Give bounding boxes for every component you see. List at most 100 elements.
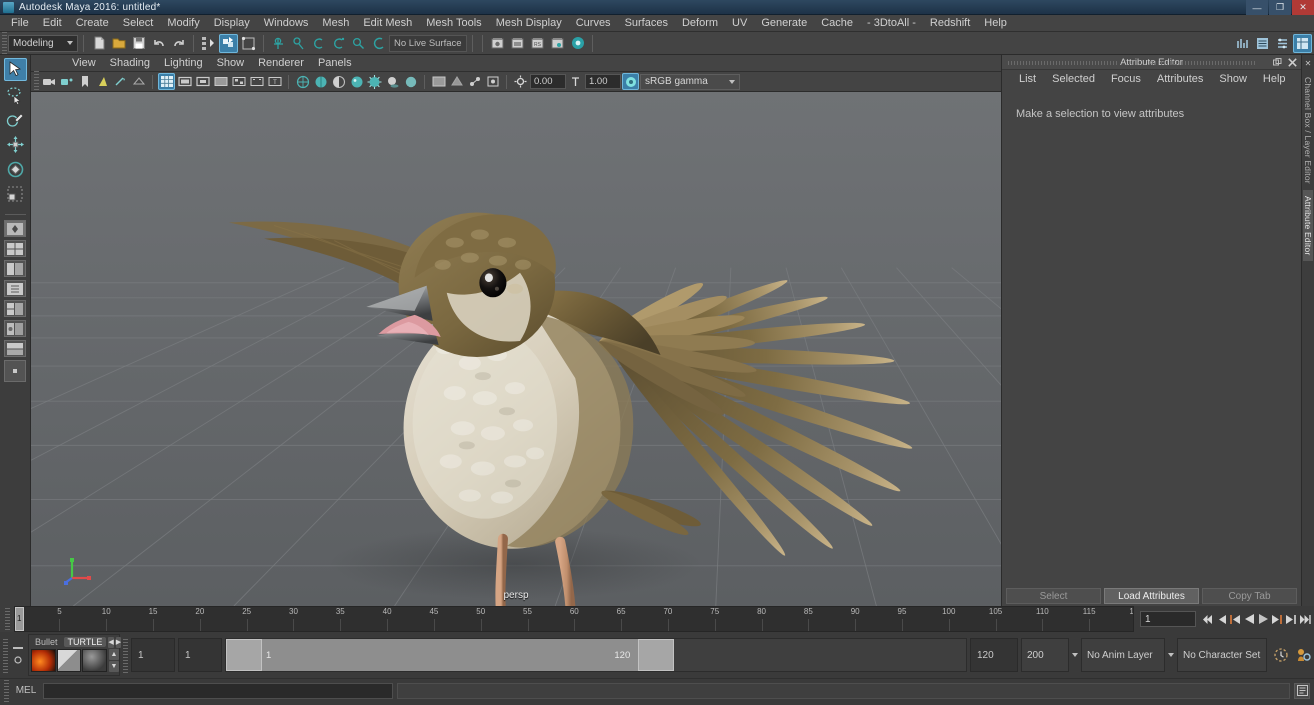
range-end-handle[interactable] (638, 639, 675, 671)
menu-modify[interactable]: Modify (160, 15, 206, 32)
menu-set-dropdown[interactable]: Modeling (8, 34, 78, 52)
load-attributes-button[interactable]: Load Attributes (1104, 588, 1199, 604)
current-frame-field[interactable]: 1 (1140, 611, 1196, 627)
step-forward-key-icon[interactable] (1284, 610, 1298, 628)
menu-create[interactable]: Create (69, 15, 116, 32)
shelf-tab-turtle[interactable]: TURTLE (63, 637, 107, 647)
time-slider-grip[interactable] (0, 606, 14, 632)
attribute-editor-menu-show[interactable]: Show (1212, 71, 1254, 88)
undo-icon[interactable] (149, 34, 168, 53)
chevron-down-icon[interactable] (1168, 653, 1174, 657)
maximize-button[interactable]: ❐ (1269, 0, 1291, 15)
menu-edit-mesh[interactable]: Edit Mesh (356, 15, 419, 32)
menu-mesh-display[interactable]: Mesh Display (489, 15, 569, 32)
copy-tab-button[interactable]: Copy Tab (1202, 588, 1297, 604)
play-forwards-icon[interactable] (1256, 610, 1270, 628)
new-scene-icon[interactable] (89, 34, 108, 53)
minimize-button[interactable]: — (1246, 0, 1268, 15)
current-time-indicator[interactable]: 1 (15, 607, 24, 631)
turtle-sphere-icon[interactable] (82, 649, 108, 672)
anim-start-field[interactable]: 1 (131, 638, 175, 672)
turtle-bake-icon[interactable] (56, 649, 82, 672)
two-pane-side-layout[interactable] (4, 260, 26, 277)
four-view-layout[interactable] (4, 240, 26, 257)
ambient-occlusion-icon[interactable] (402, 73, 419, 90)
texture-toggle-icon[interactable] (348, 73, 365, 90)
snap-to-projected-center-icon[interactable] (329, 34, 348, 53)
move-tool[interactable] (4, 133, 27, 156)
tool-settings-toggle-icon[interactable] (1273, 34, 1292, 53)
turtle-render-icon[interactable] (31, 649, 56, 672)
side-tab-attribute-editor[interactable]: Attribute Editor (1303, 189, 1313, 262)
field-chart-icon[interactable] (230, 73, 247, 90)
panel-grip-left[interactable] (1008, 61, 1118, 65)
persp-outliner-layout[interactable] (4, 280, 26, 297)
resolution-gate-icon[interactable] (194, 73, 211, 90)
shelf-menu-icon[interactable] (13, 646, 23, 650)
lighting-toggle-icon[interactable] (366, 73, 383, 90)
total-end-field[interactable]: 200 (1021, 638, 1069, 672)
color-management-icon[interactable] (622, 73, 639, 90)
menu-mesh[interactable]: Mesh (315, 15, 356, 32)
menu-select[interactable]: Select (116, 15, 161, 32)
xray-icon[interactable] (448, 73, 465, 90)
step-forward-frame-icon[interactable] (1270, 610, 1284, 628)
safe-action-icon[interactable] (248, 73, 265, 90)
render-settings-icon[interactable]: RS (528, 34, 547, 53)
menu-deform[interactable]: Deform (675, 15, 725, 32)
menu-file[interactable]: File (4, 15, 36, 32)
select-button[interactable]: Select (1006, 588, 1101, 604)
viewport-menu-shading[interactable]: Shading (103, 55, 157, 72)
range-slider-grip[interactable] (3, 637, 8, 673)
menu-uv[interactable]: UV (725, 15, 754, 32)
menu-curves[interactable]: Curves (569, 15, 618, 32)
range-slider-bar[interactable]: 1 120 (225, 638, 967, 672)
outliner-persp-graph-layout[interactable] (4, 340, 26, 357)
make-live-icon[interactable] (369, 34, 388, 53)
gamma-field[interactable]: 1.00 (585, 74, 621, 89)
attribute-editor-toggle-icon[interactable] (1253, 34, 1272, 53)
panel-grip-right[interactable] (1149, 61, 1257, 65)
rotate-tool[interactable] (4, 158, 27, 181)
attribute-editor-menu-selected[interactable]: Selected (1045, 71, 1102, 88)
open-scene-icon[interactable] (109, 34, 128, 53)
menu-windows[interactable]: Windows (257, 15, 316, 32)
attribute-editor-menu-focus[interactable]: Focus (1104, 71, 1148, 88)
chevron-down-icon[interactable] (1072, 653, 1078, 657)
menu-display[interactable]: Display (207, 15, 257, 32)
viewport-menu-renderer[interactable]: Renderer (251, 55, 311, 72)
hypershade-icon[interactable] (548, 34, 567, 53)
character-set-dropdown[interactable]: No Character Set (1177, 638, 1267, 672)
snap-to-grid-icon[interactable] (269, 34, 288, 53)
exposure-icon[interactable] (512, 73, 529, 90)
color-profile-dropdown[interactable]: sRGB gamma (640, 73, 740, 90)
camera-icon[interactable] (40, 73, 57, 90)
snap-to-point-icon[interactable] (309, 34, 328, 53)
isolate-select-icon[interactable] (430, 73, 447, 90)
anim-layer-dropdown[interactable]: No Anim Layer (1081, 638, 1165, 672)
render-current-frame-icon[interactable] (488, 34, 507, 53)
shade-selected-icon[interactable] (330, 73, 347, 90)
shelf-prev-icon[interactable]: ◀ (108, 636, 114, 648)
single-perspective-layout[interactable] (4, 220, 26, 237)
range-start-handle[interactable] (226, 639, 262, 671)
lasso-select-tool[interactable] (4, 83, 27, 106)
ipr-render-icon[interactable] (508, 34, 527, 53)
auto-keyframe-icon[interactable] (1273, 647, 1289, 663)
time-slider[interactable]: 5 10 15 20 25 30 35 40 45 50 55 60 65 70 75 80 85 90 95 100… (14, 606, 1134, 632)
image-plane-icon[interactable] (94, 73, 111, 90)
menu-help[interactable]: Help (977, 15, 1014, 32)
select-tool[interactable] (3, 58, 27, 81)
bookmark-icon[interactable] (76, 73, 93, 90)
menu-mesh-tools[interactable]: Mesh Tools (419, 15, 488, 32)
safe-title-icon[interactable]: T (266, 73, 283, 90)
animation-preferences-icon[interactable] (1295, 647, 1311, 663)
two-pane-stacked-layout[interactable] (4, 300, 26, 317)
viewport-menu-view[interactable]: View (65, 55, 103, 72)
statusbar-grip[interactable] (2, 32, 7, 54)
shelf-scroll-down-icon[interactable]: ▼ (109, 661, 120, 672)
camera-attributes-icon[interactable] (58, 73, 75, 90)
play-backwards-icon[interactable] (1242, 610, 1256, 628)
snap-to-curve-icon[interactable] (289, 34, 308, 53)
select-by-object-icon[interactable] (219, 33, 238, 53)
